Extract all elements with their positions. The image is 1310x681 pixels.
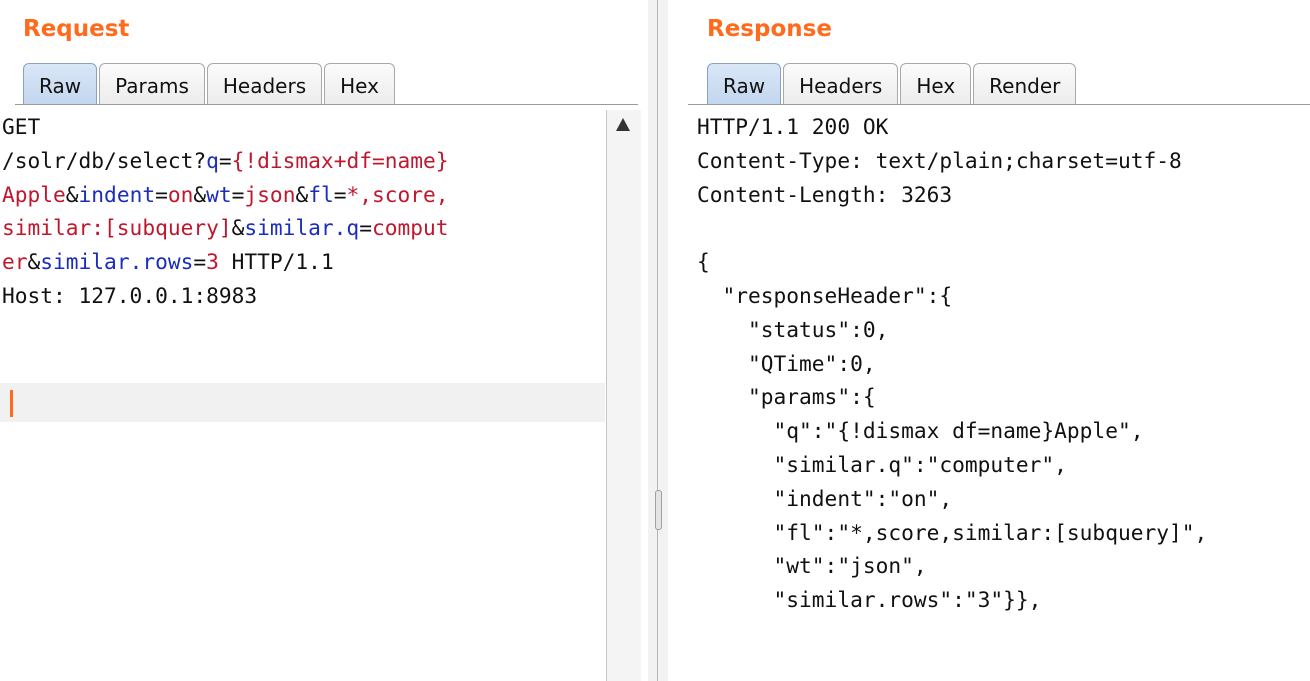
pane-splitter[interactable] — [648, 0, 668, 681]
param-name: wt — [206, 181, 232, 207]
request-text: Host: 127.0.0.1:8983 — [2, 282, 258, 308]
request-line: similar:[subquery]&similar.q=comput — [2, 211, 607, 245]
response-line: "indent":"on", — [697, 485, 953, 511]
request-text: = — [193, 249, 207, 275]
request-tab-headers[interactable]: Headers — [206, 63, 323, 105]
param-value: Apple — [2, 181, 66, 207]
request-scrollbar[interactable] — [606, 110, 641, 681]
response-line: "similar.q":"computer", — [697, 451, 1067, 477]
response-tabs: Raw Headers Hex Render — [707, 63, 1078, 105]
request-text: /solr/db/select? — [2, 147, 207, 173]
request-text: & — [295, 181, 309, 207]
request-text: GET — [2, 114, 41, 139]
request-line: Apple&indent=on&wt=json&fl=*,score, — [2, 178, 607, 212]
response-line: "wt":"json", — [697, 553, 927, 579]
response-line: "q":"{!dismax df=name}Apple", — [697, 418, 1144, 444]
request-tab-divider — [15, 104, 638, 105]
request-text: & — [27, 249, 41, 275]
response-line: Content-Length: 3263 — [697, 181, 953, 207]
response-line — [697, 211, 1207, 245]
text-caret — [10, 390, 13, 417]
request-text: & — [65, 181, 79, 207]
response-line: "params":{ — [697, 384, 876, 410]
param-name: similar.q — [244, 215, 360, 241]
response-line: "responseHeader":{ — [697, 282, 953, 308]
param-name: fl — [308, 181, 334, 207]
request-panel: Request Raw Params Headers Hex GET/solr/… — [0, 0, 648, 681]
param-value: *,score, — [346, 181, 449, 207]
request-line: /solr/db/select?q={!dismax+df=name} — [2, 144, 607, 178]
request-tab-hex[interactable]: Hex — [324, 63, 395, 105]
response-tab-raw[interactable]: Raw — [707, 63, 782, 105]
splitter-line — [657, 0, 658, 681]
response-panel: Response Raw Headers Hex Render HTTP/1.1… — [668, 0, 1310, 681]
request-line: GET — [2, 110, 607, 144]
request-text: & — [193, 181, 207, 207]
param-value: on — [167, 181, 194, 207]
request-tabs: Raw Params Headers Hex — [23, 63, 397, 105]
request-text: = — [218, 147, 232, 173]
param-value: comput — [371, 215, 449, 241]
request-title: Request — [23, 16, 130, 42]
param-value: similar:[subquery] — [2, 215, 232, 241]
response-line: HTTP/1.1 200 OK — [697, 114, 889, 139]
param-value: 3 — [206, 249, 219, 275]
response-tab-hex[interactable]: Hex — [900, 63, 972, 105]
request-line: er&similar.rows=3 HTTP/1.1 — [2, 245, 607, 279]
param-value: {!dismax+df=name} — [231, 147, 449, 173]
response-line: "QTime":0, — [697, 350, 876, 376]
response-line: "similar.rows":"3"}}, — [697, 587, 1042, 613]
scroll-up-arrow-icon[interactable] — [616, 118, 630, 131]
request-text: HTTP/1.1 — [218, 249, 334, 275]
param-value: json — [244, 181, 296, 207]
response-line: { — [697, 249, 710, 275]
request-text: = — [155, 181, 168, 207]
request-text: = — [333, 181, 347, 207]
response-line: Content-Type: text/plain;charset=utf-8 — [697, 147, 1182, 173]
response-tab-render[interactable]: Render — [973, 63, 1077, 105]
param-value: er — [2, 249, 28, 275]
response-line: "status":0, — [697, 316, 889, 342]
response-body: HTTP/1.1 200 OK Content-Type: text/plain;… — [697, 110, 1207, 617]
splitter-handle-icon[interactable] — [655, 490, 662, 530]
response-line: "fl":"*,score,similar:[subquery]", — [697, 519, 1208, 545]
request-tab-raw[interactable]: Raw — [23, 63, 98, 105]
param-name: q — [206, 147, 219, 173]
request-text: = — [359, 215, 372, 241]
request-line: Host: 127.0.0.1:8983 — [2, 279, 607, 313]
request-tab-params[interactable]: Params — [99, 63, 205, 105]
response-tab-divider — [688, 104, 1310, 105]
param-name: indent — [78, 181, 156, 207]
param-name: similar.rows — [40, 249, 194, 275]
request-text: = — [231, 181, 245, 207]
request-editor[interactable]: GET/solr/db/select?q={!dismax+df=name} Ap… — [2, 110, 607, 313]
request-text: & — [231, 215, 245, 241]
response-title: Response — [707, 16, 832, 42]
current-line-highlight — [0, 383, 605, 422]
response-tab-headers[interactable]: Headers — [783, 63, 899, 105]
